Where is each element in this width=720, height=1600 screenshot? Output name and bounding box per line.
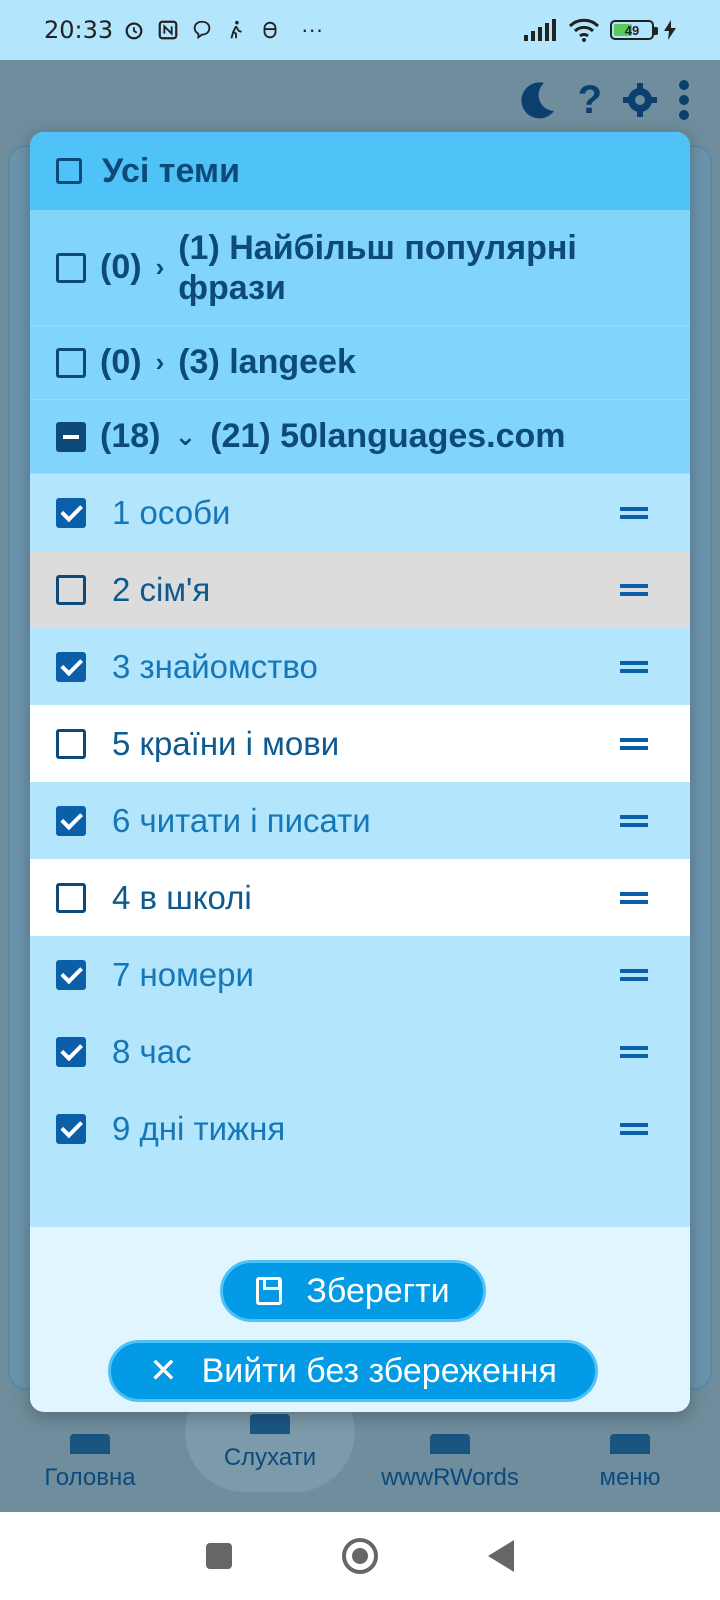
item-checkbox[interactable] bbox=[56, 1036, 86, 1067]
all-topics-label: Усі теми bbox=[102, 151, 240, 190]
item-label: 8 час bbox=[112, 1032, 192, 1070]
globe-icon bbox=[430, 1434, 470, 1454]
item-checkbox[interactable] bbox=[56, 959, 86, 990]
drag-handle-icon[interactable] bbox=[620, 660, 648, 673]
drag-handle-icon[interactable] bbox=[620, 968, 648, 981]
walk-icon bbox=[230, 20, 242, 39]
item-checkbox[interactable] bbox=[56, 651, 86, 682]
overflow-menu-icon[interactable] bbox=[678, 80, 690, 120]
list-item[interactable]: 2 сім'я bbox=[30, 551, 690, 628]
group-selected-count: (0) bbox=[100, 343, 142, 381]
save-icon bbox=[256, 1277, 283, 1305]
item-checkbox[interactable] bbox=[56, 1113, 86, 1144]
nav-wwwrwords[interactable]: wwwRWords bbox=[365, 1434, 535, 1492]
recents-button[interactable] bbox=[206, 1543, 232, 1569]
back-button[interactable] bbox=[488, 1540, 514, 1572]
status-bar: 20:33 ··· 49 bbox=[0, 0, 720, 60]
group-title: (21) 50languages.com bbox=[210, 417, 566, 455]
home-icon bbox=[70, 1434, 110, 1454]
item-label: 5 країни і мови bbox=[112, 724, 340, 762]
exit-without-saving-button[interactable]: ✕ Вийти без збереження bbox=[108, 1340, 598, 1402]
item-label: 1 особи bbox=[112, 493, 231, 531]
moon-icon[interactable] bbox=[516, 79, 558, 121]
signal-icon bbox=[524, 19, 556, 41]
group-selected-count: (18) bbox=[100, 417, 161, 455]
menu-icon bbox=[610, 1434, 650, 1454]
item-label: 6 читати і писати bbox=[112, 801, 371, 839]
item-checkbox[interactable] bbox=[56, 882, 86, 913]
wifi-icon bbox=[568, 18, 600, 42]
nav-home[interactable]: Головна bbox=[5, 1434, 175, 1492]
item-label: 3 знайомство bbox=[112, 647, 318, 685]
list-footer bbox=[30, 1167, 690, 1227]
nfc-icon bbox=[158, 20, 178, 40]
alarm-icon bbox=[125, 22, 143, 40]
list-item[interactable]: 5 країни і мови bbox=[30, 705, 690, 782]
group-row[interactable]: (0) › (1) Найбільш популярні фрази bbox=[30, 210, 690, 326]
charging-icon bbox=[664, 20, 676, 40]
list-item[interactable]: 8 час bbox=[30, 1013, 690, 1090]
list-item[interactable]: 3 знайомство bbox=[30, 628, 690, 705]
mask-icon bbox=[263, 21, 277, 39]
item-checkbox[interactable] bbox=[56, 574, 86, 605]
item-label: 9 дні тижня bbox=[112, 1109, 286, 1147]
nav-menu[interactable]: меню bbox=[545, 1434, 715, 1492]
exit-button-label: Вийти без збереження bbox=[201, 1351, 557, 1390]
group-checkbox[interactable] bbox=[56, 421, 86, 452]
group-selected-count: (0) bbox=[100, 248, 142, 286]
group-title: (3) langeek bbox=[178, 343, 356, 381]
battery-indicator: 49 bbox=[610, 20, 658, 40]
help-icon[interactable]: ? bbox=[578, 78, 602, 123]
drag-handle-icon[interactable] bbox=[620, 1045, 648, 1058]
list-item[interactable]: 9 дні тижня bbox=[30, 1090, 690, 1167]
group-checkbox[interactable] bbox=[56, 347, 86, 378]
group-checkbox[interactable] bbox=[56, 252, 86, 283]
chevron-down-icon[interactable]: ⌄ bbox=[174, 421, 196, 452]
group-title: (1) Найбільш популярні фрази bbox=[178, 228, 577, 307]
save-button[interactable]: Зберегти bbox=[220, 1260, 486, 1322]
system-navigation-bar bbox=[0, 1512, 720, 1600]
list-item[interactable]: 1 особи bbox=[30, 474, 690, 551]
system-status: 49 bbox=[524, 18, 676, 42]
all-topics-checkbox[interactable] bbox=[56, 158, 82, 184]
chevron-right-icon[interactable]: › bbox=[156, 347, 165, 378]
chevron-right-icon[interactable]: › bbox=[156, 252, 165, 283]
drag-handle-icon[interactable] bbox=[620, 814, 648, 827]
drag-handle-icon[interactable] bbox=[620, 891, 648, 904]
list-item[interactable]: 6 читати і писати bbox=[30, 782, 690, 859]
headphones-icon bbox=[250, 1414, 290, 1434]
viber-icon bbox=[193, 20, 211, 40]
item-checkbox[interactable] bbox=[56, 805, 86, 836]
list-item[interactable]: 4 в школі bbox=[30, 859, 690, 936]
all-topics-row[interactable]: Усі теми bbox=[30, 132, 690, 210]
drag-handle-icon[interactable] bbox=[620, 1122, 648, 1135]
list-item[interactable]: 7 номери bbox=[30, 936, 690, 1013]
item-label: 2 сім'я bbox=[112, 570, 211, 608]
more-dots-icon: ··· bbox=[301, 17, 324, 42]
topic-selection-dialog: Усі теми (0) › (1) Найбільш популярні фр… bbox=[30, 132, 690, 1412]
notification-icons: ··· bbox=[123, 17, 323, 43]
drag-handle-icon[interactable] bbox=[620, 737, 648, 750]
home-button[interactable] bbox=[342, 1538, 378, 1574]
close-icon: ✕ bbox=[149, 1352, 178, 1390]
status-time: 20:33 bbox=[44, 16, 114, 44]
item-checkbox[interactable] bbox=[56, 728, 86, 759]
item-checkbox[interactable] bbox=[56, 497, 86, 528]
drag-handle-icon[interactable] bbox=[620, 506, 648, 519]
item-label: 7 номери bbox=[112, 955, 254, 993]
drag-handle-icon[interactable] bbox=[620, 583, 648, 596]
group-row[interactable]: (0) › (3) langeek bbox=[30, 326, 690, 400]
item-label: 4 в школі bbox=[112, 878, 252, 916]
app-toolbar: ? bbox=[0, 60, 720, 140]
group-row[interactable]: (18) ⌄ (21) 50languages.com bbox=[30, 400, 690, 474]
gear-icon[interactable] bbox=[622, 82, 658, 118]
save-button-label: Зберегти bbox=[306, 1271, 450, 1310]
